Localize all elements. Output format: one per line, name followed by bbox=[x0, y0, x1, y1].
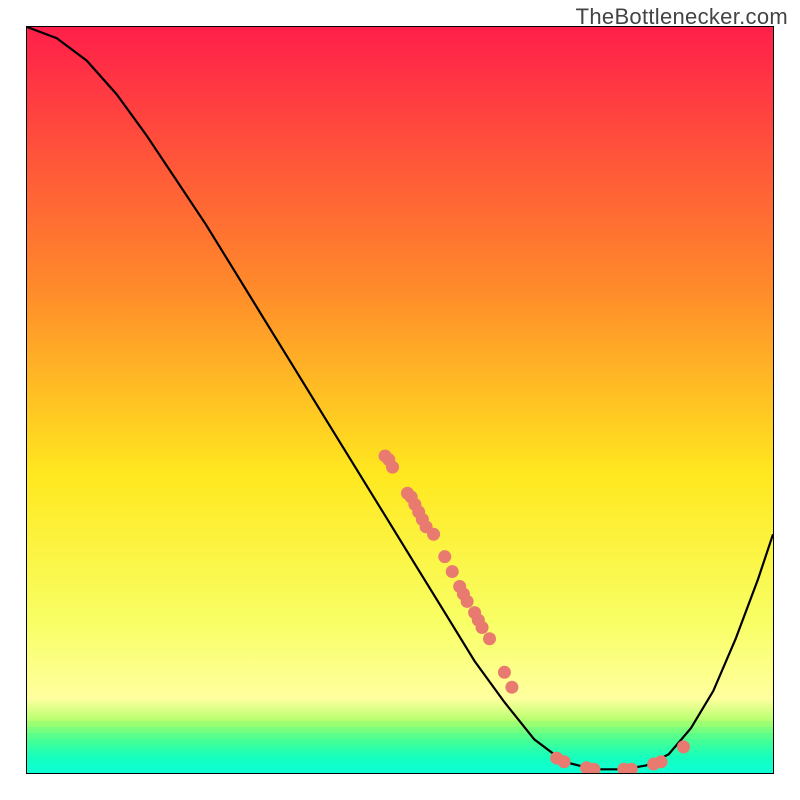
gradient-background bbox=[27, 27, 773, 773]
data-marker bbox=[483, 632, 496, 645]
chart-svg bbox=[27, 27, 773, 773]
data-marker bbox=[438, 550, 451, 563]
data-marker bbox=[476, 621, 489, 634]
data-marker bbox=[386, 461, 399, 474]
data-marker bbox=[655, 755, 668, 768]
data-marker bbox=[461, 595, 474, 608]
data-marker bbox=[677, 740, 690, 753]
watermark-text: TheBottlenecker.com bbox=[576, 4, 788, 30]
data-marker bbox=[505, 681, 518, 694]
data-marker bbox=[427, 528, 440, 541]
data-marker bbox=[558, 755, 571, 768]
data-marker bbox=[498, 666, 511, 679]
data-marker bbox=[446, 565, 459, 578]
